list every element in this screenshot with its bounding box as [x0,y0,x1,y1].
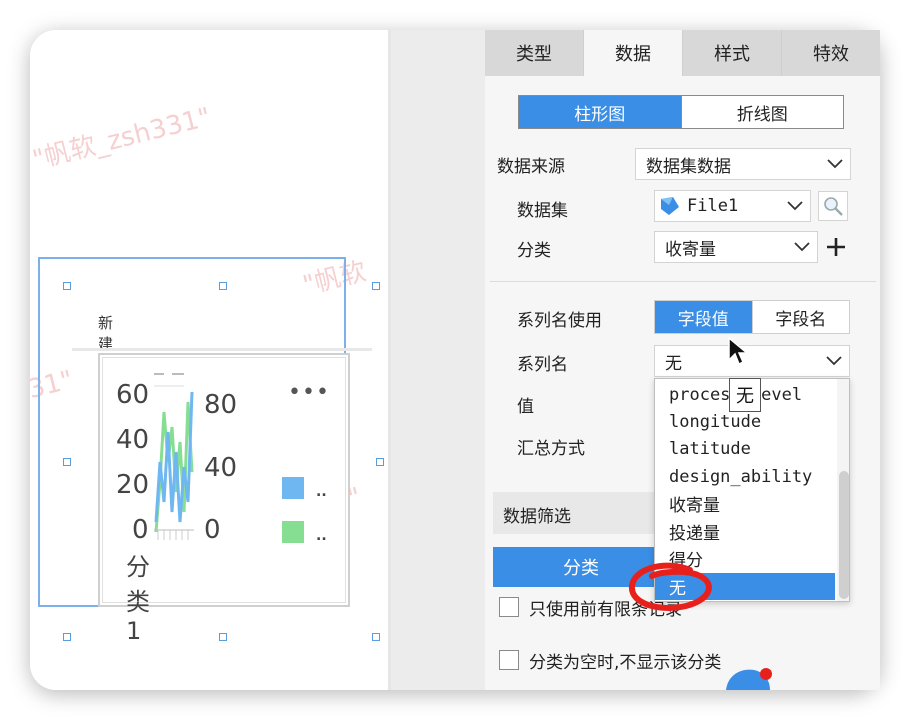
mouse-cursor-icon [728,336,749,366]
plus-icon [827,238,845,256]
hide-empty-category-checkbox[interactable] [499,650,519,670]
data-source-label: 数据来源 [497,157,565,177]
value-label: 值 [517,397,534,417]
category-label: 分类 [517,241,551,261]
panel-tabs: 类型 数据 样式 特效 [485,30,880,76]
toggle-line-chart[interactable]: 折线图 [680,96,843,128]
chevron-down-icon [819,346,849,376]
limit-records-checkbox[interactable] [499,597,519,617]
assistant-badge-icon[interactable] [720,660,780,690]
chevron-down-icon [787,232,817,262]
left-axis-tick: 0 [132,515,149,545]
legend-swatch-green [282,521,304,543]
dropdown-option[interactable]: design_ability [655,463,835,490]
left-axis-tick: 40 [116,425,150,455]
tab-effects[interactable]: 特效 [782,30,880,76]
resize-handle-t[interactable] [219,282,227,290]
dataset-value: File1 [687,196,739,216]
hover-tooltip: 无 [729,378,761,412]
dataset-select[interactable]: File1 [654,190,811,222]
series-name-label: 系列名 [517,355,568,375]
toggle-field-name[interactable]: 字段名 [751,301,849,333]
resize-handle-tr[interactable] [372,282,380,290]
tab-type[interactable]: 类型 [485,30,584,76]
resize-handle-bl[interactable] [63,633,71,641]
summary-method-label: 汇总方式 [517,439,585,459]
category-axis-label: 分类1 [126,553,150,645]
mini-series-lines [154,373,194,540]
data-source-value: 数据集数据 [646,156,731,177]
more-options-icon[interactable]: ••• [288,380,330,405]
resize-handle-tl[interactable] [63,282,71,290]
legend-label: .. [316,528,327,544]
series-name-use-toggle: 字段值 字段名 [654,300,850,334]
series-name-value: 无 [665,353,682,374]
category-value: 收寄量 [665,239,716,260]
dataset-file-icon [659,195,681,217]
series-name-use-label: 系列名使用 [517,311,602,331]
category-select[interactable]: 收寄量 [654,231,818,263]
dropdown-option[interactable]: 投递量 [655,518,835,545]
tab-style[interactable]: 样式 [683,30,782,76]
section-divider [490,281,876,282]
legend-label: .. [316,484,327,500]
resize-handle-b[interactable] [219,633,227,641]
hide-empty-category-label: 分类为空时,不显示该分类 [529,653,722,673]
add-category-button[interactable] [823,234,849,260]
legend-swatch-blue [282,477,304,499]
toggle-bar-chart[interactable]: 柱形图 [519,96,681,128]
dropdown-option[interactable]: latitude [655,435,835,462]
dropdown-scrollbar-thumb[interactable] [839,471,849,599]
dataset-label: 数据集 [517,201,568,221]
resize-handle-br[interactable] [372,633,380,641]
series-name-select[interactable]: 无 [654,345,850,377]
chevron-down-icon [780,191,810,221]
resize-handle-r[interactable] [376,458,384,466]
data-source-select[interactable]: 数据集数据 [635,148,851,180]
dropdown-option[interactable]: 收寄量 [655,490,835,517]
tab-data[interactable]: 数据 [584,30,683,76]
chart-type-toggle: 柱形图 折线图 [518,95,844,129]
search-button[interactable] [818,191,848,221]
search-icon [824,197,843,216]
data-filter-label: 数据筛选 [503,507,571,527]
chevron-down-icon [820,149,850,179]
red-circle-annotation [629,562,712,611]
left-axis-tick: 20 [116,470,150,500]
left-axis-tick: 60 [116,380,150,410]
dropdown-option[interactable]: longitude [655,408,835,435]
resize-handle-l[interactable] [63,458,71,466]
toggle-field-value[interactable]: 字段值 [655,301,752,333]
